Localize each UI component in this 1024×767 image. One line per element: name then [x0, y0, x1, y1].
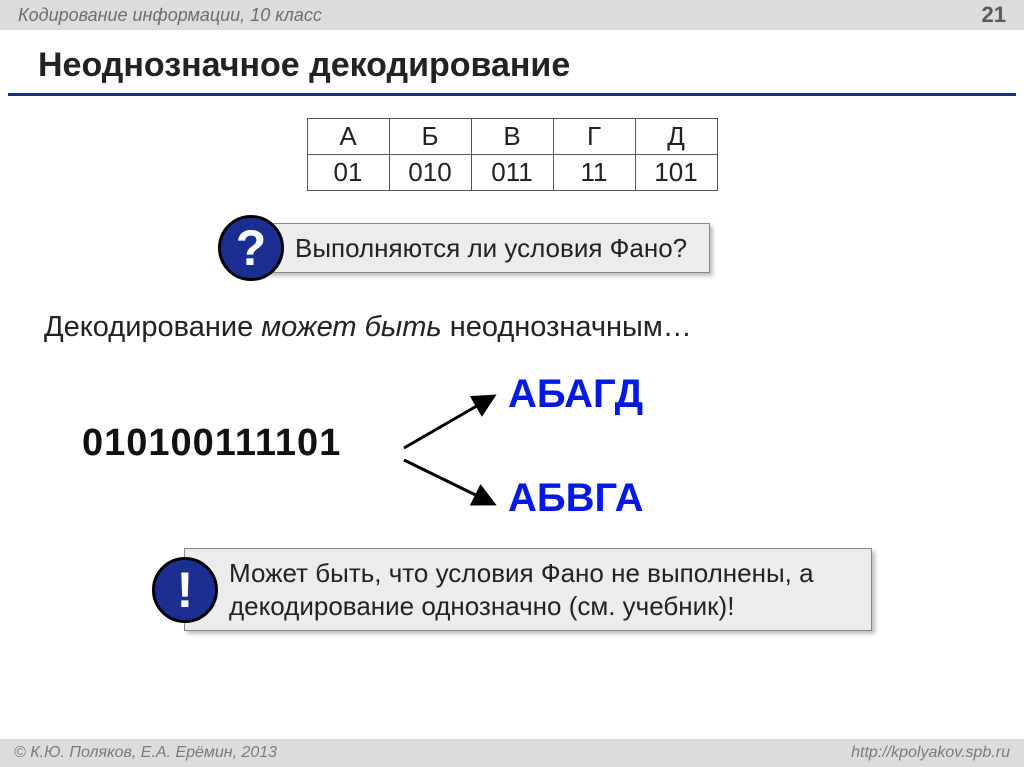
footer: © К.Ю. Поляков, Е.А. Ерёмин, 2013 http:/…: [0, 739, 1024, 767]
table-cell: 01: [307, 155, 389, 191]
copyright: © К.Ю. Поляков, Е.А. Ерёмин, 2013: [14, 744, 277, 762]
table-cell: 011: [471, 155, 553, 191]
statement: Декодирование может быть неоднозначным…: [38, 307, 986, 364]
breadcrumb: Кодирование информации, 10 класс: [18, 5, 322, 26]
content-area: А Б В Г Д 01 010 011 11 101 ? Выполняютс…: [0, 118, 1024, 631]
table-cell: В: [471, 119, 553, 155]
table-cell: А: [307, 119, 389, 155]
page-number: 21: [982, 2, 1006, 28]
slide: Кодирование информации, 10 класс 21 Неод…: [0, 0, 1024, 767]
table-cell: Г: [553, 119, 635, 155]
code-table: А Б В Г Д 01 010 011 11 101: [307, 118, 718, 191]
question-icon: ?: [218, 215, 284, 281]
statement-suffix: неоднозначным…: [442, 311, 692, 343]
title-rule: [8, 93, 1016, 96]
statement-emph: может быть: [261, 311, 441, 343]
note-callout: ! Может быть, что условия Фано не выполн…: [152, 548, 872, 631]
decode-fork: 010100111101 АБАГД АБВГА: [38, 364, 986, 534]
decode-option-1: АБАГД: [508, 372, 643, 417]
exclamation-icon: !: [152, 557, 218, 623]
fork-arrows-icon: [398, 378, 508, 528]
note-text: Может быть, что условия Фано не выполнен…: [184, 548, 872, 631]
table-cell: 101: [635, 155, 717, 191]
table-row: 01 010 011 11 101: [307, 155, 717, 191]
topbar: Кодирование информации, 10 класс 21: [0, 0, 1024, 30]
decode-option-2: АБВГА: [508, 476, 644, 521]
table-cell: Д: [635, 119, 717, 155]
question-callout: ? Выполняются ли условия Фано?: [218, 215, 806, 281]
footer-url: http://kpolyakov.spb.ru: [851, 744, 1010, 762]
table-cell: 11: [553, 155, 635, 191]
page-title: Неоднозначное декодирование: [0, 30, 1024, 93]
question-text: Выполняются ли условия Фано?: [250, 223, 710, 274]
table-cell: Б: [389, 119, 471, 155]
table-cell: 010: [389, 155, 471, 191]
encoded-string: 010100111101: [82, 422, 341, 465]
statement-prefix: Декодирование: [44, 311, 261, 343]
table-row: А Б В Г Д: [307, 119, 717, 155]
